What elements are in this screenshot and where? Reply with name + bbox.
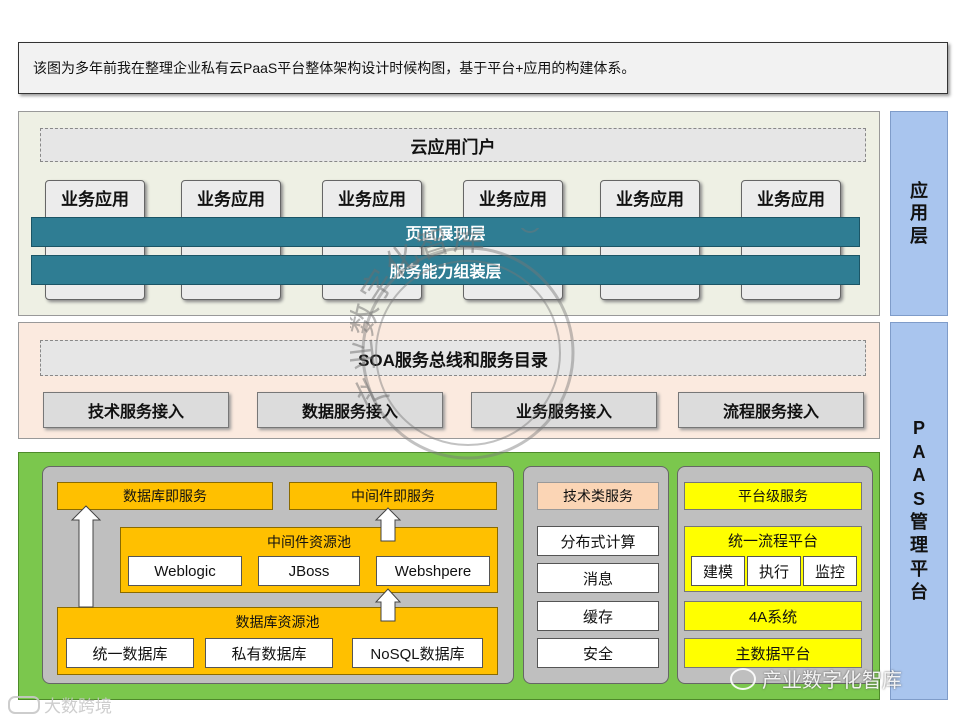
tech-service-access: 技术服务接入 bbox=[43, 392, 229, 428]
mw-weblogic: Weblogic bbox=[128, 556, 242, 586]
paas-side-label: P A A S 管 理 平 台 bbox=[890, 322, 948, 700]
caption-box: 该图为多年前我在整理企业私有云PaaS平台整体架构设计时候构图，基于平台+应用的… bbox=[18, 42, 948, 94]
db-nosql: NoSQL数据库 bbox=[352, 638, 483, 668]
tech-cache: 缓存 bbox=[537, 601, 659, 631]
watermark-bottom-left: 大数跨境 bbox=[8, 692, 112, 717]
middleware-as-a-service: 中间件即服务 bbox=[289, 482, 497, 510]
watermark-bottom-right: 产业数字化智库 bbox=[730, 664, 902, 693]
process-monitoring: 监控 bbox=[803, 556, 857, 586]
data-service-access: 数据服务接入 bbox=[257, 392, 443, 428]
soa-bus: SOA服务总线和服务目录 bbox=[40, 340, 866, 376]
presentation-layer: 页面展现层 bbox=[31, 217, 860, 247]
tech-security: 安全 bbox=[537, 638, 659, 668]
process-execution: 执行 bbox=[747, 556, 801, 586]
mw-jboss: JBoss bbox=[258, 556, 360, 586]
logo-icon bbox=[8, 695, 40, 714]
four-a-system: 4A系统 bbox=[684, 601, 862, 631]
process-service-access: 流程服务接入 bbox=[678, 392, 864, 428]
tech-distributed-computing: 分布式计算 bbox=[537, 526, 659, 556]
wechat-icon bbox=[730, 667, 756, 690]
platform-services-title: 平台级服务 bbox=[684, 482, 862, 510]
db-unified: 统一数据库 bbox=[66, 638, 194, 668]
business-service-access: 业务服务接入 bbox=[471, 392, 657, 428]
db-as-a-service: 数据库即服务 bbox=[57, 482, 273, 510]
app-layer-side-label: 应 用 层 bbox=[890, 111, 948, 316]
process-modeling: 建模 bbox=[691, 556, 745, 586]
tech-services-title: 技术类服务 bbox=[537, 482, 659, 510]
caption-text: 该图为多年前我在整理企业私有云PaaS平台整体架构设计时候构图，基于平台+应用的… bbox=[33, 60, 636, 76]
mw-websphere: Webshpere bbox=[376, 556, 490, 586]
cloud-portal: 云应用门户 bbox=[40, 128, 866, 162]
tech-messaging: 消息 bbox=[537, 563, 659, 593]
service-assembly-layer: 服务能力组装层 bbox=[31, 255, 860, 285]
db-private: 私有数据库 bbox=[205, 638, 333, 668]
